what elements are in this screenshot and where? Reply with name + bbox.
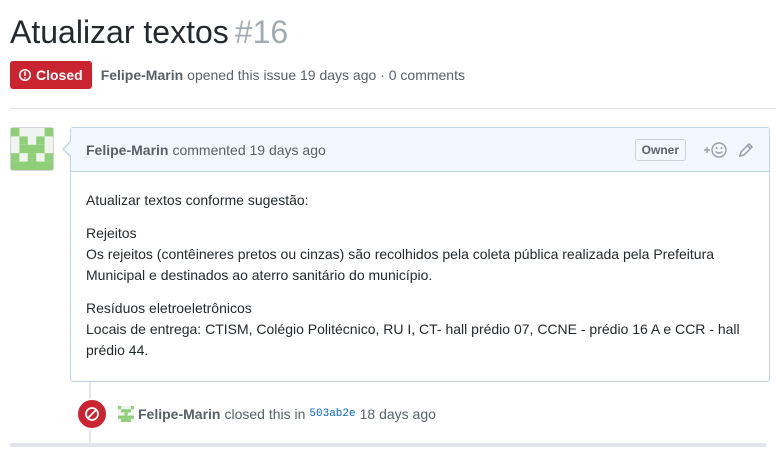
comment-paragraph: Resíduos eletroeletrônicos [86,300,252,316]
issue-closed-icon [18,68,32,82]
comment-header: Felipe-Marin commented 19 days ago Owner [62,128,769,172]
issue-number: #16 [234,14,289,50]
comment-paragraph: Locais de entrega: CTISM, Colégio Polité… [86,321,740,358]
comment-time[interactable]: commented 19 days ago [172,142,325,158]
event-action: closed this in [224,406,306,422]
commit-link[interactable]: 503ab2e [309,408,355,420]
closed-event: Felipe-Marin closed this in 503ab2e 18 d… [76,398,436,430]
event-author-link[interactable]: Felipe-Marin [138,406,220,422]
header-divider [10,108,776,109]
circle-slash-icon [85,407,99,421]
issue-meta: Closed Felipe-Marin opened this issue 19… [10,61,465,89]
status-badge: Closed [10,61,92,89]
identicon [11,128,53,170]
add-reaction-icon[interactable] [702,141,728,159]
comment-paragraph: Os rejeitos (contêineres pretos ou cinza… [86,246,715,283]
issue-title-row: Atualizar textos #16 [10,14,288,58]
status-label: Closed [36,67,83,83]
comment-author-link[interactable]: Felipe-Marin [86,142,168,158]
owner-badge: Owner [634,138,686,161]
issue-author-link[interactable]: Felipe-Marin [101,67,183,83]
comment-body: Atualizar textos conforme sugestão: Reje… [71,172,769,391]
timeline-bottom-bar [10,443,766,447]
comment-paragraph: Atualizar textos conforme sugestão: [86,192,309,208]
comment-paragraph: Rejeitos [86,225,137,241]
issue-opened-text: opened this issue 19 days ago · 0 commen… [187,67,465,83]
event-badge [76,398,108,430]
avatar[interactable] [10,127,54,171]
issue-title: Atualizar textos [10,14,229,50]
comment-box: Felipe-Marin commented 19 days ago Owner… [62,127,770,382]
event-avatar[interactable] [118,406,134,422]
comment-actions: Owner [634,138,754,161]
comment-caret-fill [64,142,71,156]
edit-pencil-icon[interactable] [738,142,754,158]
event-time[interactable]: 18 days ago [360,406,436,422]
